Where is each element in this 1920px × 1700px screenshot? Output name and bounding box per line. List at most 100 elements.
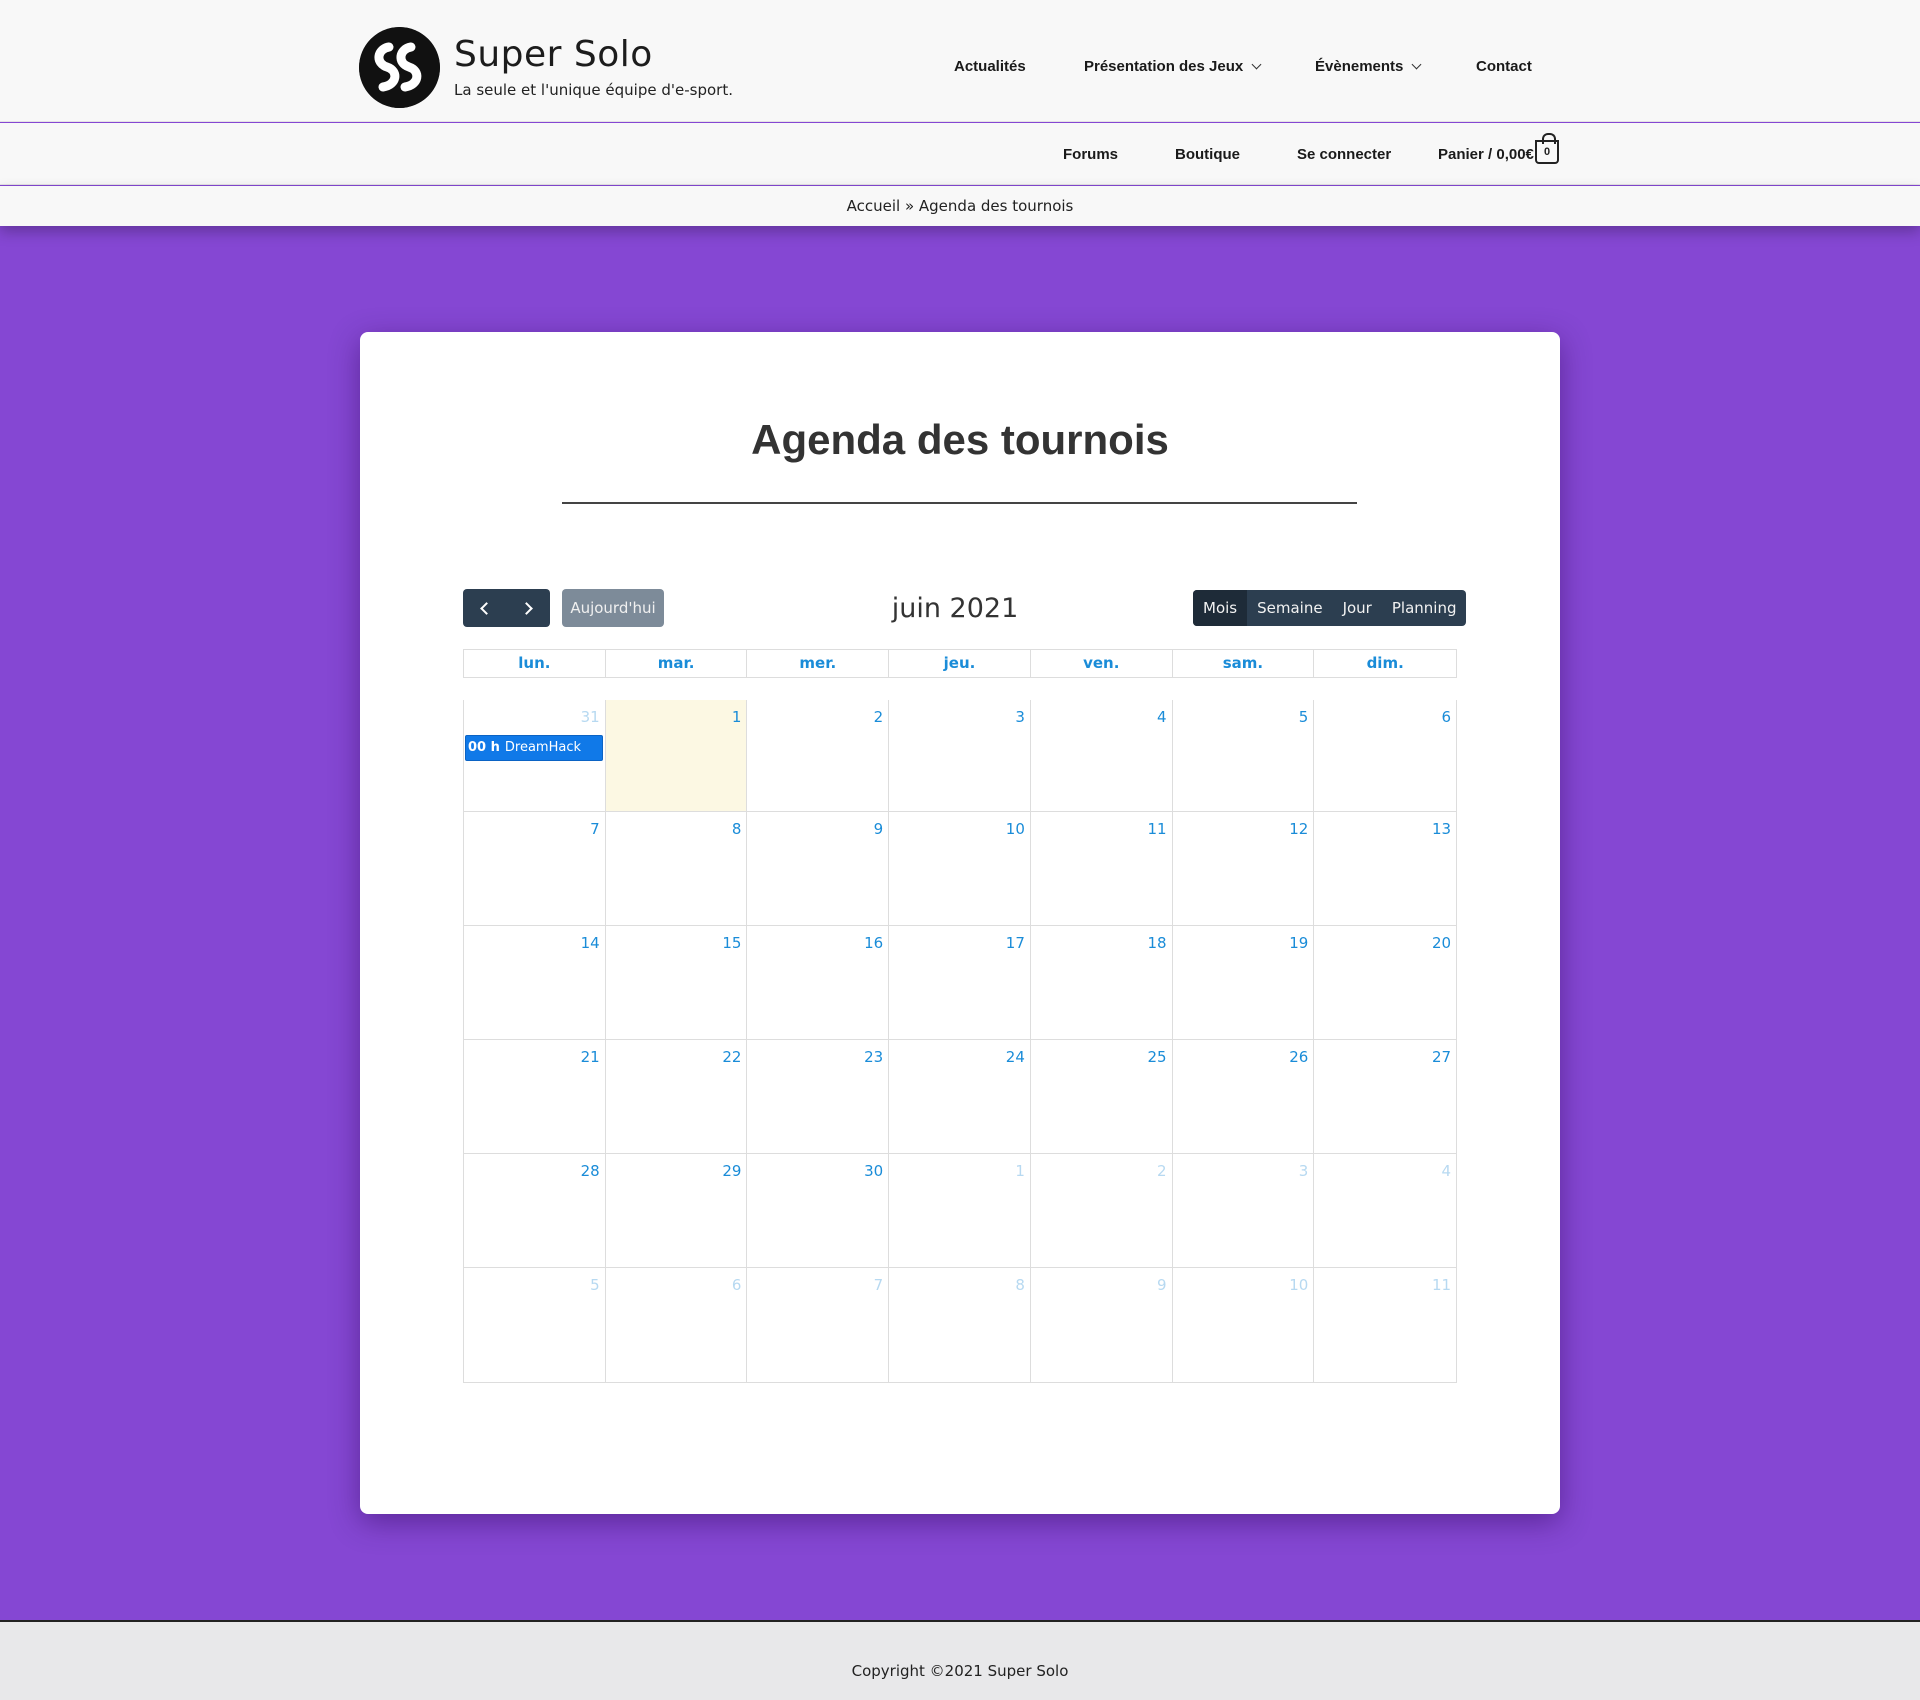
view-agenda-button[interactable]: Planning xyxy=(1382,590,1467,626)
calendar-day[interactable]: 3 xyxy=(889,700,1031,811)
calendar-event[interactable]: 00 h DreamHack xyxy=(465,735,603,761)
calendar-day[interactable]: 27 xyxy=(1314,1040,1456,1153)
nav-item-contact[interactable]: Contact xyxy=(1476,58,1532,75)
day-number: 28 xyxy=(580,1162,600,1180)
calendar-day[interactable]: 12 xyxy=(1173,812,1315,925)
calendar-day[interactable]: 19 xyxy=(1173,926,1315,1039)
calendar-day[interactable]: 10 xyxy=(889,812,1031,925)
nav-label: Évènements xyxy=(1315,58,1404,75)
day-number: 18 xyxy=(1147,934,1167,952)
calendar-week: 31 00 h DreamHack 1 2 3 4 5 6 xyxy=(464,700,1456,812)
calendar-day[interactable]: 9 xyxy=(1031,1268,1173,1382)
weekday-label: jeu. xyxy=(889,650,1031,677)
calendar-day[interactable]: 2 xyxy=(1031,1154,1173,1267)
calendar-day[interactable]: 4 xyxy=(1031,700,1173,811)
calendar-week: 5 6 7 8 9 10 11 xyxy=(464,1268,1456,1382)
calendar-day[interactable]: 10 xyxy=(1173,1268,1315,1382)
site-logo[interactable] xyxy=(359,27,440,108)
nav-label: Actualités xyxy=(954,58,1026,75)
weekday-label: lun. xyxy=(464,650,606,677)
calendar-day[interactable]: 8 xyxy=(889,1268,1031,1382)
calendar-day[interactable]: 7 xyxy=(747,1268,890,1382)
day-number: 25 xyxy=(1147,1048,1167,1066)
calendar-day[interactable]: 17 xyxy=(889,926,1031,1039)
calendar-month-title: juin 2021 xyxy=(891,593,1019,624)
calendar-day[interactable]: 13 xyxy=(1314,812,1456,925)
calendar-day[interactable]: 5 xyxy=(464,1268,606,1382)
shopping-bag-icon[interactable]: 0 xyxy=(1535,133,1559,164)
day-number: 11 xyxy=(1147,820,1167,838)
calendar-day[interactable]: 3 xyxy=(1173,1154,1315,1267)
calendar-day[interactable]: 11 xyxy=(1031,812,1173,925)
cart-link[interactable]: Panier / 0,00€ xyxy=(1438,146,1534,163)
day-number: 12 xyxy=(1289,820,1309,838)
calendar-day[interactable]: 21 xyxy=(464,1040,606,1153)
day-number: 4 xyxy=(1157,708,1167,726)
calendar-day[interactable]: 22 xyxy=(606,1040,748,1153)
chevron-down-icon xyxy=(1251,59,1262,70)
calendar-day[interactable]: 15 xyxy=(606,926,748,1039)
chevron-left-icon xyxy=(480,601,494,615)
view-day-button[interactable]: Jour xyxy=(1333,590,1382,626)
nav-item-se-connecter[interactable]: Se connecter xyxy=(1297,146,1391,163)
calendar-day[interactable]: 29 xyxy=(606,1154,748,1267)
weekday-label: sam. xyxy=(1173,650,1315,677)
calendar-day[interactable]: 8 xyxy=(606,812,748,925)
day-number: 22 xyxy=(722,1048,742,1066)
calendar-day[interactable]: 26 xyxy=(1173,1040,1315,1153)
day-number: 1 xyxy=(1015,1162,1025,1180)
site-title[interactable]: Super Solo xyxy=(454,34,653,75)
calendar-day[interactable]: 4 xyxy=(1314,1154,1456,1267)
calendar-day[interactable]: 25 xyxy=(1031,1040,1173,1153)
day-number: 3 xyxy=(1015,708,1025,726)
calendar-day[interactable]: 28 xyxy=(464,1154,606,1267)
copyright-text: Copyright ©2021 Super Solo xyxy=(851,1662,1069,1680)
calendar-day[interactable]: 1 xyxy=(889,1154,1031,1267)
weekday-header: lun. mar. mer. jeu. ven. sam. dim. xyxy=(463,649,1457,678)
site-footer: Copyright ©2021 Super Solo xyxy=(0,1620,1920,1700)
calendar-day[interactable]: 16 xyxy=(747,926,890,1039)
calendar-day[interactable]: 18 xyxy=(1031,926,1173,1039)
next-month-button[interactable] xyxy=(507,589,551,627)
calendar-day[interactable]: 5 xyxy=(1173,700,1315,811)
calendar-day[interactable]: 30 xyxy=(747,1154,890,1267)
calendar-day[interactable]: 20 xyxy=(1314,926,1456,1039)
calendar-day[interactable]: 11 xyxy=(1314,1268,1456,1382)
view-week-button[interactable]: Semaine xyxy=(1247,590,1332,626)
day-number: 5 xyxy=(590,1276,600,1294)
calendar-day[interactable]: 6 xyxy=(606,1268,748,1382)
day-number: 5 xyxy=(1298,708,1309,726)
day-number: 10 xyxy=(1005,820,1025,838)
day-number: 27 xyxy=(1431,1048,1452,1066)
nav-label: Contact xyxy=(1476,58,1532,75)
view-switcher: Mois Semaine Jour Planning xyxy=(1193,590,1467,626)
calendar-day[interactable]: 24 xyxy=(889,1040,1031,1153)
day-number: 7 xyxy=(873,1276,884,1294)
nav-item-presentation-jeux[interactable]: Présentation des Jeux xyxy=(1084,58,1262,75)
calendar-day[interactable]: 14 xyxy=(464,926,606,1039)
day-number: 7 xyxy=(590,820,600,838)
day-number: 30 xyxy=(864,1162,884,1180)
prev-month-button[interactable] xyxy=(463,589,507,627)
day-number: 14 xyxy=(580,934,600,952)
breadcrumb[interactable]: Accueil » Agenda des tournois xyxy=(0,197,1920,215)
view-month-button[interactable]: Mois xyxy=(1193,590,1248,626)
today-button[interactable]: Aujourd'hui xyxy=(562,589,664,627)
nav-item-boutique[interactable]: Boutique xyxy=(1175,146,1240,163)
nav-item-evenements[interactable]: Évènements xyxy=(1315,58,1422,75)
title-divider xyxy=(562,502,1357,504)
calendar-day[interactable]: 2 xyxy=(747,700,890,811)
calendar-day[interactable]: 9 xyxy=(747,812,890,925)
day-number: 29 xyxy=(722,1162,742,1180)
calendar-day[interactable]: 7 xyxy=(464,812,606,925)
nav-item-actualites[interactable]: Actualités xyxy=(954,58,1026,75)
nav-item-forums[interactable]: Forums xyxy=(1063,146,1118,163)
calendar-day[interactable]: 23 xyxy=(747,1040,890,1153)
calendar-day[interactable]: 6 xyxy=(1314,700,1456,811)
day-number: 21 xyxy=(580,1048,600,1066)
calendar-day[interactable]: 31 00 h DreamHack xyxy=(464,700,606,811)
calendar-day-today[interactable]: 1 xyxy=(605,700,748,811)
day-number: 3 xyxy=(1298,1162,1309,1180)
day-number: 20 xyxy=(1431,934,1452,952)
calendar-week: 28 29 30 1 2 3 4 xyxy=(464,1154,1456,1268)
